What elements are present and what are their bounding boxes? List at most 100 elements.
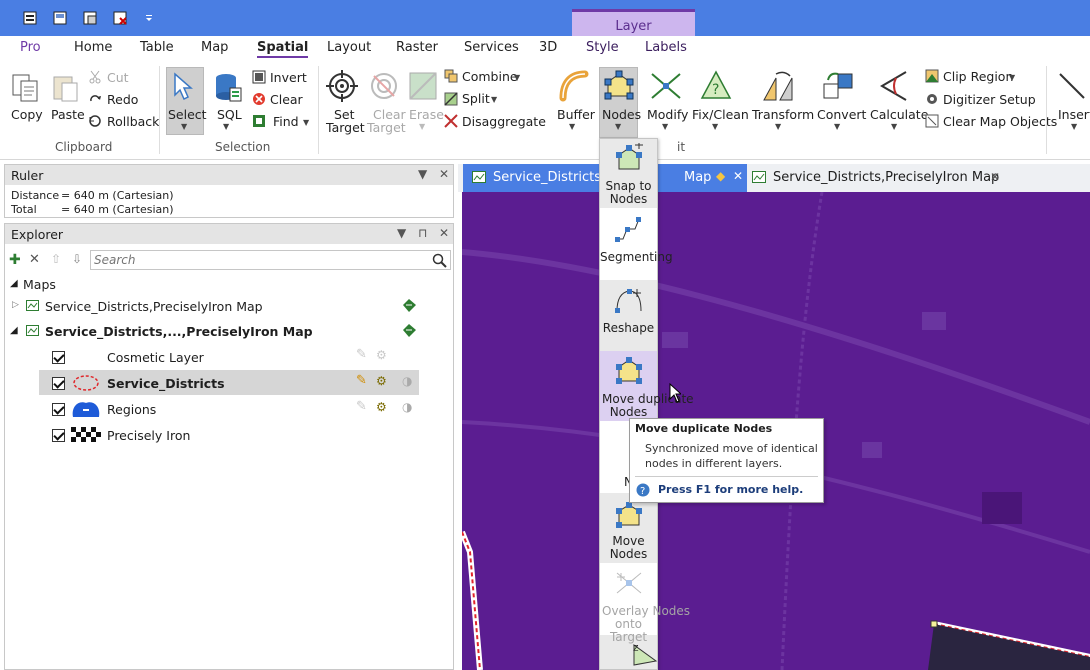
close-table-icon[interactable] [112,10,128,26]
split-button[interactable]: Split [462,91,490,106]
save-table-icon[interactable] [82,10,98,26]
fix-clean-button[interactable]: Fix/Clean [692,107,749,122]
tab-3d[interactable]: 3D [539,40,557,55]
tab-pro[interactable]: Pro [20,40,41,55]
doc-tab-2[interactable]: Service_Districts,PreciselyIron Map [773,170,999,185]
insert-icon[interactable] [1056,70,1088,102]
remove-icon[interactable]: ✕ [29,252,40,267]
set-target-label-2[interactable]: Target [326,120,365,135]
digitizer-setup-button[interactable]: Digitizer Setup [943,92,1036,107]
maps-node[interactable]: Maps [23,277,56,292]
tab-map[interactable]: Map [201,40,228,55]
tab-style[interactable]: Style [586,40,619,55]
convert-button[interactable]: Convert [817,107,866,122]
tab-home[interactable]: Home [74,40,112,55]
redo-button[interactable]: Redo [107,92,138,107]
layer-visibility-checkbox[interactable] [52,403,65,416]
erase-button[interactable]: Erase [409,107,444,122]
arrow-up-icon[interactable]: ⇧ [51,252,61,266]
close-icon[interactable]: ✕ [733,169,743,183]
clip-region-button[interactable]: Clip Region [943,69,1013,84]
arrow-pointer-icon [174,72,193,101]
reshape-label[interactable]: Reshape [600,322,657,335]
pin-icon[interactable]: ⊓ [418,226,427,240]
disaggregate-button[interactable]: Disaggregate [462,114,546,129]
copy-icon[interactable] [10,72,42,104]
layer-visibility-checkbox[interactable] [52,351,65,364]
new-workspace-icon[interactable] [22,10,38,26]
selectable-icon[interactable]: ⚙ [376,374,387,388]
paste-button[interactable]: Paste [51,107,85,122]
find-button[interactable]: Find [273,114,299,129]
layer-visibility-checkbox[interactable] [52,429,65,442]
layer-visibility-checkbox[interactable] [52,377,65,390]
chevron-right-icon[interactable]: ▷ [12,300,19,310]
selectable-icon[interactable]: ⚙ [376,400,387,414]
chevron-down-icon[interactable]: ◢ [10,278,18,289]
cut-button[interactable]: Cut [107,70,129,85]
copy-button[interactable]: Copy [11,107,43,122]
edit-pencil-icon[interactable]: ✎ [356,399,367,414]
combine-button[interactable]: Combine [462,69,518,84]
chevron-down-icon[interactable]: ◢ [10,325,18,336]
buffer-button[interactable]: Buffer [557,107,595,122]
clear-button[interactable]: Clear [270,92,303,107]
close-icon[interactable]: ✕ [439,226,449,240]
insert-button[interactable]: Insert [1058,107,1090,122]
label-icon[interactable]: ◑ [402,400,412,414]
map-item-2[interactable]: Service_Districts,...,PreciselyIron Map [45,324,313,339]
map-icon [26,325,39,336]
close-icon[interactable]: ✕ [439,167,449,181]
layer-item-regions[interactable]: Regions [107,402,156,417]
customize-quick-access-icon[interactable] [144,10,154,26]
tab-raster[interactable]: Raster [396,40,438,55]
calculate-icon[interactable] [878,70,910,102]
layer-item-cosmetic[interactable]: Cosmetic Layer [107,350,204,365]
move-nodes-label-2[interactable]: Nodes [600,548,657,561]
invert-button[interactable]: Invert [270,70,307,85]
search-input[interactable] [91,251,426,269]
buffer-icon[interactable] [557,70,589,102]
transform-icon[interactable] [762,70,794,102]
map-options-icon[interactable] [402,323,417,338]
modify-icon[interactable] [650,70,682,102]
add-icon[interactable]: ✚ [9,252,21,268]
close-icon[interactable]: ✕ [990,170,1000,184]
search-box[interactable] [90,250,451,270]
chevron-down-icon[interactable]: ▼ [418,167,427,181]
map-item-1[interactable]: Service_Districts,PreciselyIron Map [45,299,263,314]
nodes-dropdown-menu: Snap to Nodes Segmenting Reshape Move du… [599,138,694,670]
clear-target-label-2[interactable]: Target [367,120,406,135]
sql-database-icon[interactable] [212,72,244,104]
edit-pencil-icon[interactable]: ✎ [356,347,367,362]
selectable-icon[interactable]: ⚙ [376,348,387,362]
arrow-down-icon[interactable]: ⇩ [72,252,82,266]
calculate-button[interactable]: Calculate [870,107,928,122]
clear-map-objects-button[interactable]: Clear Map Objects [943,114,1057,129]
target-icon[interactable] [326,70,358,102]
search-icon[interactable] [432,253,447,268]
fix-clean-icon[interactable]: ? [700,70,732,102]
transform-button[interactable]: Transform [752,107,814,122]
edit-pencil-icon[interactable]: ✎ [356,373,367,388]
rotate-nodes-icon: Z [633,644,658,666]
layer-item-precisely-iron[interactable]: Precisely Iron [107,428,190,443]
rollback-button[interactable]: Rollback [107,114,159,129]
tab-spatial[interactable]: Spatial [257,40,309,58]
label-icon[interactable]: ◑ [402,374,412,388]
map-options-icon[interactable] [402,298,417,313]
segmenting-label[interactable]: Segmenting [600,251,673,264]
snap-to-nodes-label-2[interactable]: Nodes [600,193,657,206]
open-table-icon[interactable] [52,10,68,26]
chevron-down-icon[interactable]: ▼ [397,226,406,240]
tab-layout[interactable]: Layout [327,40,371,55]
paste-icon[interactable] [50,72,82,104]
raster-tile-icon [71,427,101,442]
modify-button[interactable]: Modify [647,107,688,122]
tab-labels[interactable]: Labels [645,40,687,55]
tab-services[interactable]: Services [464,40,519,55]
convert-icon[interactable] [822,70,854,102]
tab-table[interactable]: Table [140,40,174,55]
layer-item-service-districts[interactable]: Service_Districts [107,376,225,391]
sql-button[interactable]: SQL [217,107,242,122]
